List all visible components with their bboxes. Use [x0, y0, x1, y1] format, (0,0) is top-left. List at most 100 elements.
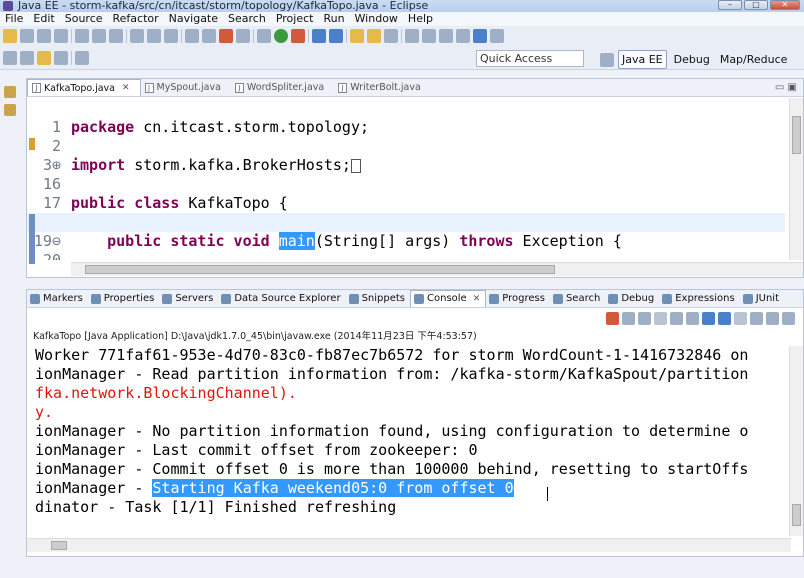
tab-wordspliter[interactable]: J WordSpliter.java: [231, 79, 334, 96]
tab-properties[interactable]: Properties: [88, 290, 160, 307]
close-tab-icon[interactable]: ✕: [473, 290, 481, 308]
new-java-class-icon[interactable]: [329, 29, 343, 43]
tab-console[interactable]: Console ✕: [410, 290, 487, 308]
tab-kafkatopo[interactable]: J KafkaTopo.java ✕: [27, 79, 141, 96]
open-perspective-icon[interactable]: [600, 52, 614, 67]
restore-icon[interactable]: [4, 86, 16, 98]
show-stderr-icon[interactable]: [718, 312, 731, 325]
perspective-debug[interactable]: Debug: [671, 51, 713, 68]
display-console-icon[interactable]: [766, 312, 779, 325]
tab-label: MySpout.java: [156, 82, 221, 93]
menu-edit[interactable]: Edit: [28, 12, 59, 26]
servers-icon: [162, 293, 173, 304]
tab-myspout[interactable]: J MySpout.java: [141, 79, 231, 96]
tab-junit[interactable]: JUnit: [740, 290, 784, 307]
close-button[interactable]: ✕: [770, 0, 800, 10]
forward-icon[interactable]: [54, 51, 68, 65]
editor-min-max[interactable]: ▭ ▣: [775, 82, 797, 93]
disconnect-icon[interactable]: [236, 29, 250, 43]
perspective-map-reduce[interactable]: Map/Reduce: [717, 51, 791, 68]
editor-vertical-scrollbar[interactable]: [789, 98, 803, 260]
markers-icon: [30, 293, 40, 304]
block-select-icon[interactable]: [109, 29, 123, 43]
save-all-icon[interactable]: [37, 29, 51, 43]
show-stdout-icon[interactable]: [702, 312, 715, 325]
menu-run[interactable]: Run: [318, 12, 349, 26]
tab-writerbolt[interactable]: J WriterBolt.java: [334, 79, 431, 96]
scroll-lock-icon[interactable]: [686, 312, 699, 325]
java-editor: J KafkaTopo.java ✕ J MySpout.java J Word…: [26, 78, 804, 278]
menu-window[interactable]: Window: [350, 12, 403, 26]
resume-icon[interactable]: [185, 29, 199, 43]
process-label: KafkaTopo [Java Application] D:\Java\jdk…: [33, 331, 477, 342]
new-server-icon[interactable]: [312, 29, 326, 43]
editor-horizontal-scrollbar[interactable]: [71, 262, 803, 276]
undo-icon[interactable]: [130, 29, 144, 43]
minimize-button[interactable]: –: [718, 0, 742, 10]
pin-icon[interactable]: [456, 29, 470, 43]
tab-progress[interactable]: Progress: [486, 290, 550, 307]
terminate-icon[interactable]: [219, 29, 233, 43]
suspend-icon[interactable]: [202, 29, 216, 43]
quick-access-field[interactable]: Quick Access: [476, 50, 584, 67]
remove-launch-icon[interactable]: [622, 312, 635, 325]
pin-editor-icon[interactable]: [75, 51, 89, 65]
next-annotation-icon[interactable]: [405, 29, 419, 43]
run-icon[interactable]: [274, 29, 288, 43]
menu-source[interactable]: Source: [60, 12, 108, 26]
tab-data-source-explorer[interactable]: Data Source Explorer: [218, 290, 345, 307]
prev-annotation-icon[interactable]: [422, 29, 436, 43]
prev-edit-icon[interactable]: [20, 51, 34, 65]
code-line: 3⊕ import storm.kafka.BrokerHosts;: [27, 137, 785, 174]
tab-markers[interactable]: Markers: [27, 290, 88, 307]
tab-expressions[interactable]: Expressions: [659, 290, 740, 307]
menu-search[interactable]: Search: [223, 12, 271, 26]
console-horizontal-scrollbar[interactable]: [27, 538, 791, 552]
debug-icon[interactable]: [257, 29, 271, 43]
menu-bar: File Edit Source Refactor Navigate Searc…: [0, 12, 804, 26]
last-edit-icon[interactable]: [439, 29, 453, 43]
new-icon[interactable]: [3, 29, 17, 43]
web-browser-icon[interactable]: [473, 29, 487, 43]
back-icon[interactable]: [37, 51, 51, 65]
java-file-icon: J: [234, 82, 244, 93]
console-line-error: fka.network.BlockingChannel).: [35, 384, 297, 402]
external-tools-icon[interactable]: [291, 29, 305, 43]
remove-all-icon[interactable]: [638, 312, 651, 325]
code-line: 17 public class KafkaTopo {: [42, 194, 288, 212]
menu-navigate[interactable]: Navigate: [164, 12, 223, 26]
open-type-icon[interactable]: [350, 29, 364, 43]
console-line: ionManager - Read partition information …: [35, 365, 749, 383]
tab-snippets[interactable]: Snippets: [346, 290, 410, 307]
redo-icon[interactable]: [147, 29, 161, 43]
expressions-icon: [662, 293, 673, 304]
next-edit-icon[interactable]: [3, 51, 17, 65]
perspective-java-ee[interactable]: Java EE: [618, 50, 667, 69]
clear-console-icon[interactable]: [670, 312, 683, 325]
tab-search[interactable]: Search: [550, 290, 605, 307]
pin-console-icon[interactable]: [750, 312, 763, 325]
save-icon[interactable]: [20, 29, 34, 43]
search-icon[interactable]: [384, 29, 398, 43]
step-icon[interactable]: [164, 29, 178, 43]
menu-refactor[interactable]: Refactor: [108, 12, 164, 26]
console-vertical-scrollbar[interactable]: [789, 346, 803, 536]
data-source-icon: [221, 293, 232, 304]
menu-file[interactable]: File: [0, 12, 28, 26]
tab-debug[interactable]: Debug: [605, 290, 659, 307]
code-area[interactable]: 1 package cn.itcast.storm.topology; 2 3⊕ i…: [27, 98, 785, 260]
tools-icon[interactable]: [490, 29, 504, 43]
menu-help[interactable]: Help: [403, 12, 438, 26]
terminate-icon[interactable]: [606, 312, 619, 325]
print-icon[interactable]: [54, 29, 68, 43]
tab-servers[interactable]: Servers: [159, 290, 218, 307]
open-task-icon[interactable]: [367, 29, 381, 43]
menu-project[interactable]: Project: [271, 12, 319, 26]
open-console-icon[interactable]: [782, 312, 795, 325]
toggle-mark-icon[interactable]: [75, 29, 89, 43]
project-explorer-icon[interactable]: [4, 104, 16, 116]
format-icon[interactable]: [92, 29, 106, 43]
maximize-button[interactable]: □: [744, 0, 768, 10]
close-tab-icon[interactable]: ✕: [122, 80, 130, 97]
console-output[interactable]: Worker 771faf61-953e-4d70-83c0-fb87ec7b6…: [27, 346, 791, 534]
